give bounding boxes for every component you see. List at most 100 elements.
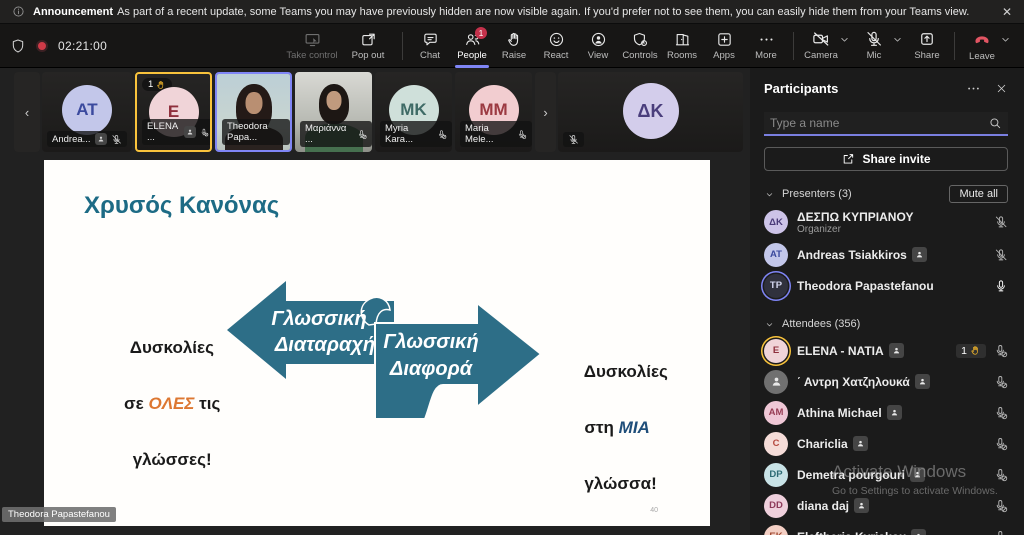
meeting-timer: 02:21:00: [58, 39, 107, 53]
tile-name-label: Theodora Papa...: [222, 119, 290, 145]
panel-more-icon[interactable]: [966, 81, 981, 96]
announcement-label: Announcement: [33, 6, 113, 18]
search-icon: [988, 116, 1002, 130]
leave-button[interactable]: Leave: [961, 24, 1003, 68]
share-invite-button[interactable]: Share invite: [764, 147, 1008, 171]
video-tile-myria[interactable]: MK Myria Kara...: [375, 72, 452, 152]
panel-close-icon[interactable]: [995, 82, 1008, 95]
mic-disabled-icon[interactable]: [994, 499, 1008, 513]
avatar: ΔΚ: [764, 210, 788, 234]
share-button[interactable]: Share: [906, 24, 948, 68]
left-block-arrow: [227, 281, 394, 379]
highlight-oles: ΟΛΕΣ: [148, 394, 194, 413]
share-screen-icon: [918, 30, 936, 48]
apps-plus-icon: [716, 31, 733, 48]
leave-phone-icon: [972, 29, 992, 49]
mic-off-icon: [111, 134, 122, 145]
mic-on-icon[interactable]: [994, 279, 1008, 293]
participant-row[interactable]: ΔΚ ΔΕΣΠΩ ΚΥΠΡΙΑΝΟΥ Organizer: [764, 205, 1008, 239]
pop-out-button[interactable]: Pop out: [340, 24, 396, 68]
filmstrip-prev-button[interactable]: ‹: [14, 72, 40, 152]
participant-row[interactable]: AT Andreas Tsiakkiros: [764, 239, 1008, 270]
people-button[interactable]: 1 People: [451, 24, 493, 68]
portrait-face: [245, 92, 262, 114]
video-tile-elena[interactable]: 1 E ELENA ...: [135, 72, 212, 152]
tile-name-label: Myria Kara...: [380, 121, 452, 147]
toolbar-separator: [402, 32, 403, 60]
mic-disabled-icon: [200, 127, 209, 138]
view-button[interactable]: View: [577, 24, 619, 68]
mic-disabled-icon: [437, 129, 447, 140]
view-icon: [590, 31, 607, 48]
mic-disabled-icon[interactable]: [994, 437, 1008, 451]
arrow-left-label-2: Διαταραχή: [274, 334, 375, 356]
tile-name-label: Maria Mele...: [460, 121, 532, 147]
attendee-badge-icon: [912, 247, 927, 262]
attendee-badge-icon: [911, 529, 926, 535]
participant-row[interactable]: DD diana daj: [764, 490, 1008, 521]
mic-off-icon[interactable]: [994, 248, 1008, 262]
tile-name-label: Μαριάννα ...: [300, 121, 372, 147]
meeting-stage: ‹ AT Andrea... 1 E ELENA ...: [0, 68, 750, 535]
attendee-badge-icon: [887, 405, 902, 420]
mic-disabled-icon[interactable]: [994, 530, 1008, 535]
search-input[interactable]: [770, 116, 988, 130]
share-invite-icon: [841, 152, 855, 166]
avatar: AM: [764, 401, 788, 425]
video-tile-dk[interactable]: ΔΚ: [558, 72, 743, 152]
participant-row[interactable]: C Chariclia: [764, 428, 1008, 459]
chat-button[interactable]: Chat: [409, 24, 451, 68]
announcement-close-icon[interactable]: ✕: [1002, 5, 1012, 19]
avatar: DD: [764, 494, 788, 518]
controls-button[interactable]: Controls: [619, 24, 661, 68]
apps-button[interactable]: Apps: [703, 24, 745, 68]
recording-indicator-icon: [36, 40, 48, 52]
presenter-name-chip: Theodora Papastefanou: [2, 507, 116, 522]
mic-disabled-icon[interactable]: [994, 375, 1008, 389]
attendees-section-header[interactable]: Attendees (356): [764, 313, 1008, 335]
mic-disabled-icon[interactable]: [994, 344, 1008, 358]
take-control-button[interactable]: Take control: [284, 24, 340, 68]
presenters-section-header[interactable]: Presenters (3) Mute all: [764, 183, 1008, 205]
participant-row[interactable]: EK Eleftheria Kyriakou: [764, 521, 1008, 535]
avatar: E: [764, 339, 788, 363]
person-icon: [770, 375, 783, 388]
participant-row[interactable]: ΄ Αντρη Χατζηλουκά: [764, 366, 1008, 397]
video-tile-maria[interactable]: MM Maria Mele...: [455, 72, 532, 152]
mic-disabled-icon[interactable]: [994, 468, 1008, 482]
filmstrip-next-button[interactable]: ›: [535, 72, 556, 152]
video-tile-theodora[interactable]: Theodora Papa...: [215, 72, 292, 152]
mic-disabled-icon[interactable]: [994, 406, 1008, 420]
info-icon: [12, 5, 25, 18]
avatar: DP: [764, 463, 788, 487]
attendee-badge-icon: [889, 343, 904, 358]
mic-off-icon: [568, 134, 579, 145]
monitor-cursor-icon: [304, 31, 321, 48]
mic-button[interactable]: Mic: [853, 24, 895, 68]
toolbar-separator: [793, 32, 794, 60]
camera-button[interactable]: Camera: [800, 24, 842, 68]
video-tile-andrea[interactable]: AT Andrea...: [42, 72, 132, 152]
controls-shield-gear-icon: [632, 31, 649, 48]
participant-row[interactable]: AM Athina Michael: [764, 397, 1008, 428]
participant-row[interactable]: DP Demetra pourgouri: [764, 459, 1008, 490]
participant-row[interactable]: TP Theodora Papastefanou: [764, 270, 1008, 301]
avatar: ΔΚ: [623, 83, 679, 139]
mute-all-button[interactable]: Mute all: [949, 185, 1008, 203]
avatar: [764, 370, 788, 394]
participant-search[interactable]: [764, 112, 1008, 136]
participant-row[interactable]: E ELENA - NATIA 1: [764, 335, 1008, 366]
mic-off-icon[interactable]: [994, 215, 1008, 229]
arrow-right-label-1: Γλωσσική: [383, 331, 478, 353]
rooms-button[interactable]: Rooms: [661, 24, 703, 68]
more-button[interactable]: More: [745, 24, 787, 68]
avatar: AT: [62, 85, 112, 135]
react-button[interactable]: React: [535, 24, 577, 68]
camera-off-icon: [812, 30, 830, 48]
avatar: C: [764, 432, 788, 456]
portrait-face: [326, 91, 341, 110]
raise-button[interactable]: Raise: [493, 24, 535, 68]
tile-name-label: Andrea...: [47, 131, 127, 147]
video-tile-marianna[interactable]: Μαριάννα ...: [295, 72, 372, 152]
attendee-badge-icon: [95, 133, 107, 145]
